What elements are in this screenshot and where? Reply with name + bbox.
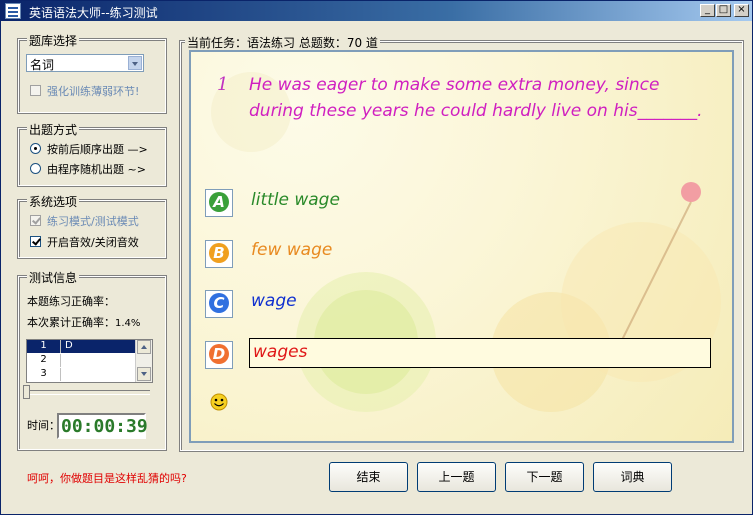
bank-group-label: 题库选择 — [27, 32, 80, 49]
timer-value: 00:00:39 — [61, 416, 148, 437]
accuracy-label: 本题练习正确率： — [27, 295, 115, 308]
info-group-label: 测试信息 — [27, 269, 80, 286]
scroll-down-icon[interactable] — [137, 367, 151, 381]
answer-history-grid[interactable]: 1D 2 3 — [26, 339, 153, 383]
info-group: 测试信息 本题练习正确率： 本次累计正确率：1.4% 1D 2 3 时间： 00… — [17, 269, 167, 451]
cumulative-label: 本次累计正确率：1.4% — [27, 316, 141, 329]
option-a-letter: A — [209, 192, 229, 212]
bank-group: 题库选择 名词 强化训练薄弱环节! — [17, 32, 167, 114]
sound-checkbox[interactable] — [30, 236, 41, 247]
bank-select[interactable]: 名词 — [26, 54, 144, 72]
app-window: 英语语法大师--练习测试 _ □ × 题库选择 名词 强化训练薄弱环节! 出题方… — [0, 0, 753, 515]
bank-select-value: 名词 — [30, 58, 55, 72]
scroll-up-icon[interactable] — [137, 340, 151, 354]
option-b-letter: B — [209, 243, 229, 263]
order-group-label: 出题方式 — [27, 121, 80, 138]
chevron-down-icon[interactable] — [128, 56, 142, 70]
order-sequential-radio[interactable] — [30, 143, 41, 154]
task-header: 当前任务：语法练习 总题数：70 道 — [185, 34, 380, 51]
sound-label: 开启音效/关闭音效 — [47, 236, 139, 249]
question-text: He was eager to make some extra money, s… — [249, 75, 703, 121]
maximize-button[interactable]: □ — [716, 4, 731, 17]
reinforce-label: 强化训练薄弱环节! — [47, 85, 140, 98]
title-bar[interactable]: 英语语法大师--练习测试 _ □ × — [1, 1, 752, 21]
cumulative-value: 1.4% — [115, 318, 141, 329]
slider-thumb[interactable] — [23, 385, 30, 399]
option-c-icon[interactable]: C — [205, 290, 233, 318]
option-b-text[interactable]: few wage — [251, 240, 332, 260]
order-random-label: 由程序随机出题 ~> — [47, 163, 146, 176]
end-button[interactable]: 结束 — [329, 462, 408, 492]
option-c-text[interactable]: wage — [251, 291, 297, 311]
progress-slider[interactable] — [23, 385, 150, 399]
order-sequential-label: 按前后顺序出题 —> — [47, 143, 148, 156]
order-group: 出题方式 按前后顺序出题 —> 由程序随机出题 ~> — [17, 121, 167, 187]
question-number: 1 — [217, 74, 229, 95]
question-panel: 1 He was eager to make some extra money,… — [189, 50, 734, 443]
timer-display: 00:00:39 — [57, 413, 148, 439]
system-group: 系统选项 练习模式/测试模式 开启音效/关闭音效 — [17, 193, 167, 259]
close-button[interactable]: × — [734, 4, 749, 17]
next-button[interactable]: 下一题 — [505, 462, 584, 492]
reinforce-checkbox[interactable] — [30, 85, 41, 96]
order-random-radio[interactable] — [30, 163, 41, 174]
time-label: 时间： — [27, 419, 60, 432]
option-b-icon[interactable]: B — [205, 240, 233, 268]
option-d-selected-box[interactable] — [249, 338, 711, 368]
smiley-icon — [210, 393, 228, 411]
system-group-label: 系统选项 — [27, 193, 80, 210]
window-title: 英语语法大师--练习测试 — [29, 6, 158, 20]
option-d-letter: D — [209, 344, 229, 364]
mode-label: 练习模式/测试模式 — [47, 215, 139, 228]
task-group: 当前任务：语法练习 总题数：70 道 1 He was eager to mak… — [179, 34, 744, 452]
table-row[interactable]: 3 — [27, 368, 137, 381]
status-message: 呵呵，你做题目是这样乱猜的吗? — [27, 472, 187, 485]
dictionary-button[interactable]: 词典 — [593, 462, 672, 492]
option-d-text[interactable]: wages — [253, 342, 307, 362]
option-d-icon[interactable]: D — [205, 341, 233, 369]
option-a-icon[interactable]: A — [205, 189, 233, 217]
app-icon — [5, 3, 21, 19]
mode-checkbox[interactable] — [30, 215, 41, 226]
prev-button[interactable]: 上一题 — [417, 462, 496, 492]
option-a-text[interactable]: little wage — [251, 190, 340, 210]
grid-scrollbar[interactable] — [135, 340, 152, 382]
table-row[interactable]: 2 — [27, 354, 137, 367]
table-row[interactable]: 1D — [27, 340, 137, 353]
minimize-button[interactable]: _ — [700, 4, 715, 17]
option-c-letter: C — [209, 293, 229, 313]
